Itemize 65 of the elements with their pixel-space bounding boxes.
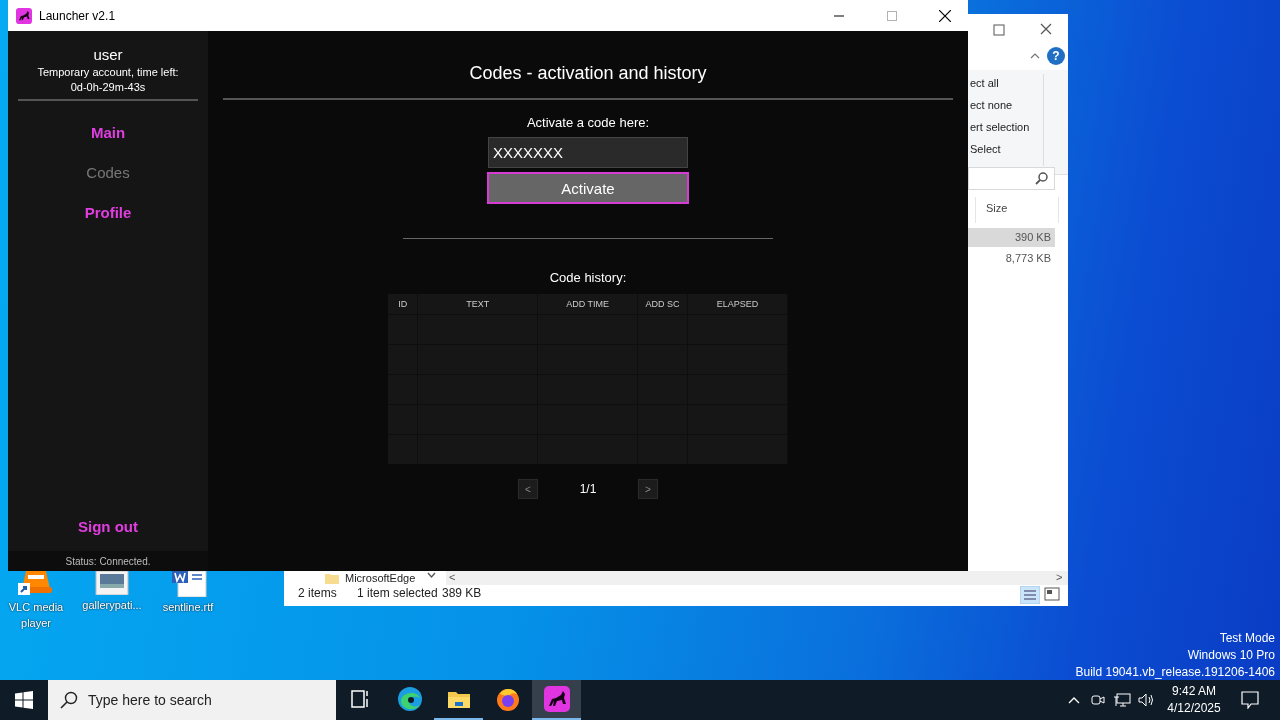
status-size: 389 KB xyxy=(442,587,482,600)
column-header: ID xyxy=(388,294,418,315)
ribbon-item[interactable]: ect all xyxy=(970,77,999,89)
status-bar: Status: Connected. xyxy=(8,551,208,571)
status-selection: 1 item selected xyxy=(357,587,438,600)
dropdown-caret-icon[interactable] xyxy=(427,572,436,579)
code-input-field[interactable]: XXXXXXX xyxy=(488,137,688,168)
page-indicator: 1/1 xyxy=(578,482,598,496)
watermark-text: Build 19041.vb_release.191206-1406 xyxy=(1075,664,1275,680)
sign-out-link[interactable]: Sign out xyxy=(78,518,138,535)
column-header: ADD SC xyxy=(637,294,688,315)
image-file-icon xyxy=(95,571,129,595)
activate-button[interactable]: Activate xyxy=(487,172,689,204)
page-heading: Codes - activation and history xyxy=(469,63,707,84)
nav-item[interactable]: Codes xyxy=(86,161,130,183)
account-note: Temporary account, time left: xyxy=(37,66,179,78)
history-label: Code history: xyxy=(549,270,627,285)
folder-name[interactable]: MicrosoftEdge xyxy=(345,572,416,585)
scroll-right-arrow[interactable]: > xyxy=(1056,571,1063,583)
next-page-button[interactable]: > xyxy=(638,479,658,499)
ribbon-item[interactable]: ert selection xyxy=(970,121,1030,133)
activate-label: Activate a code here: xyxy=(526,115,650,130)
edge-icon xyxy=(396,686,423,712)
close-icon xyxy=(939,9,951,22)
desktop-icon-label[interactable]: sentline.rtf xyxy=(153,599,223,615)
search-field[interactable] xyxy=(968,167,1055,190)
nav-item[interactable]: Profile xyxy=(84,201,132,223)
folder-icon xyxy=(324,573,340,584)
column-header: TEXT xyxy=(417,294,538,315)
windows-logo-icon xyxy=(15,691,33,709)
window-title: Launcher v2.1 xyxy=(39,8,117,23)
app-logo-icon xyxy=(543,686,570,712)
file-size-cell[interactable]: 8,773 KB xyxy=(968,249,1055,268)
taskbar-clock[interactable]: 9:42 AM 4/12/2025 xyxy=(1158,683,1230,717)
column-header: ADD TIME xyxy=(537,294,638,315)
maximize-icon xyxy=(887,10,897,21)
watermark-text: Windows 10 Pro xyxy=(1187,647,1275,664)
ribbon-item[interactable]: Select xyxy=(970,143,1001,155)
nav-item[interactable]: Main xyxy=(90,121,126,143)
status-item-count: 2 items xyxy=(298,587,337,600)
task-view-icon xyxy=(350,690,371,708)
horizontal-scrollbar[interactable] xyxy=(446,571,1068,585)
tiles-view-icon[interactable] xyxy=(1044,587,1060,601)
column-header: ELAPSED xyxy=(687,294,788,315)
column-header[interactable]: Size xyxy=(986,202,1008,214)
minimize-icon xyxy=(834,14,844,17)
file-size-cell[interactable]: 390 KB xyxy=(968,228,1055,247)
firefox-icon xyxy=(494,686,521,712)
search-icon xyxy=(1035,172,1048,185)
username: user xyxy=(93,46,123,63)
chevron-up-icon[interactable] xyxy=(1030,52,1040,59)
watermark-text: Test Mode xyxy=(1219,630,1275,647)
scroll-left-arrow[interactable]: < xyxy=(449,571,456,583)
app-logo-icon xyxy=(16,7,32,24)
time-left: 0d-0h-29m-43s xyxy=(70,81,146,93)
taskbar-search-field[interactable]: Type here to search xyxy=(48,680,336,720)
help-icon[interactable]: ? xyxy=(1047,47,1065,65)
ribbon-item[interactable]: ect none xyxy=(970,99,1013,111)
previous-page-button[interactable]: < xyxy=(518,479,538,499)
close-icon[interactable] xyxy=(1040,23,1052,35)
chevron-up-icon xyxy=(1068,696,1080,704)
taskbar-app-button[interactable] xyxy=(532,680,581,720)
folder-icon xyxy=(446,689,471,709)
maximize-icon[interactable] xyxy=(993,24,1005,36)
search-icon xyxy=(60,691,78,709)
